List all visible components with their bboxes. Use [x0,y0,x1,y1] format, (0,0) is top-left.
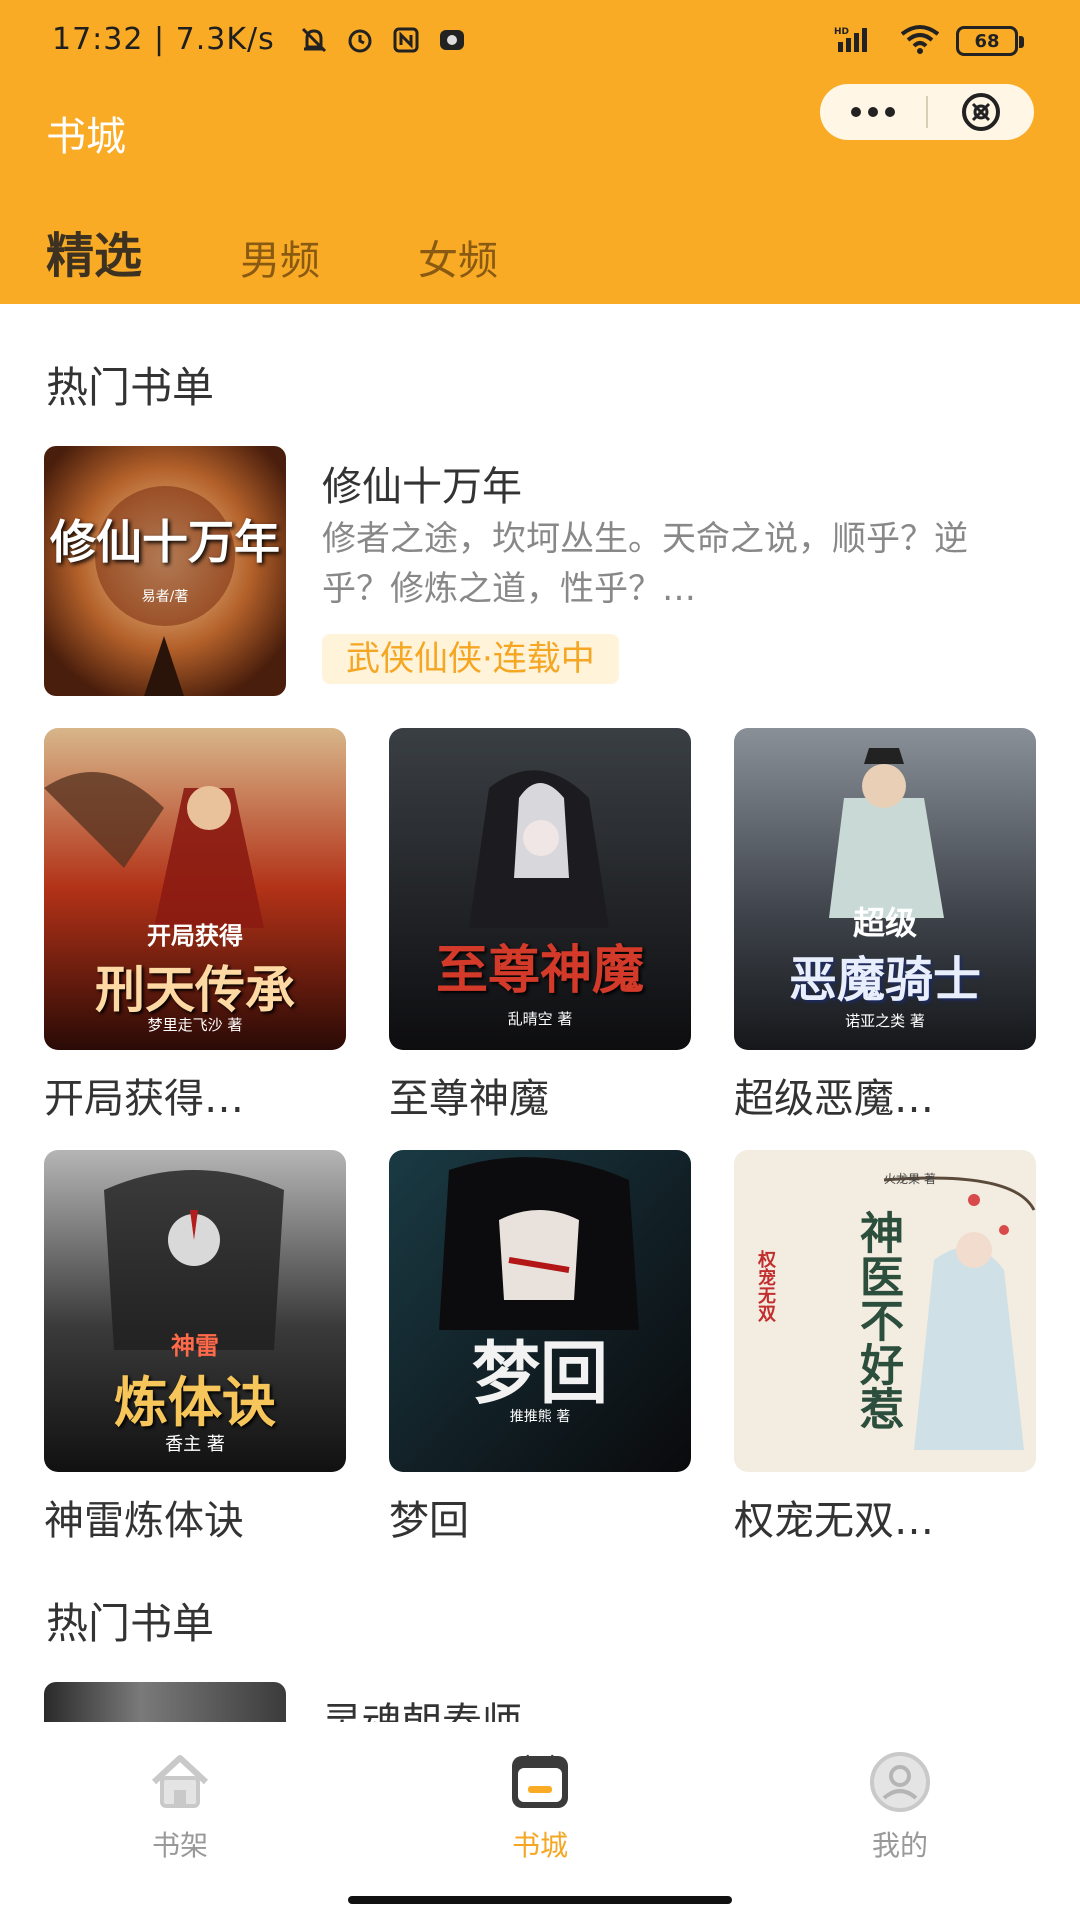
book-card[interactable]: 神雷 炼体诀 香主 著 神雷炼体诀 [44,1150,346,1546]
book-card[interactable]: 超级 恶魔骑士 诺亚之类 著 超级恶魔… [734,728,1036,1124]
cover-title: 炼体诀 [114,1370,276,1434]
cover-author: 诺亚之类 著 [845,1012,925,1030]
book-cover[interactable]: 神医不好惹 权宠无双 火龙果 著 [734,1150,1036,1472]
cover-subtitle: 超级 [852,904,917,942]
cover-title: 至尊神魔 [435,940,644,1001]
book-card[interactable]: 开局获得 刑天传承 梦里走飞沙 著 开局获得… [44,728,346,1124]
nav-bookstore[interactable]: 书城 [460,1746,620,1864]
home-indicator[interactable] [348,1896,732,1904]
tab-male[interactable]: 男频 [240,228,320,286]
category-tabs: 精选 男频 女频 [46,216,596,286]
mute-bell-icon [298,24,330,56]
status-icons [298,24,468,56]
cover-subtitle: 神雷 [171,1331,219,1360]
cover-title: 梦回 [471,1334,608,1414]
cover-subtitle: 权宠无双 [755,1250,776,1322]
store-icon [512,1754,568,1808]
wifi-icon [898,24,942,58]
nav-label: 书城 [511,1829,568,1862]
book-cover[interactable] [44,1682,286,1722]
profile-icon [870,1752,930,1812]
nav-label: 书架 [151,1829,208,1862]
book-title: 至尊神魔 [389,1076,549,1122]
cover-author: 乱晴空 著 [507,1010,573,1028]
featured-book-cover[interactable]: 修仙十万年 易者/著 [44,446,286,696]
svg-text:HD: HD [834,27,849,37]
featured-book[interactable]: 修仙十万年 易者/著 修仙十万年 修者之途，坎坷丛生。天命之说，顺乎？逆乎？修炼… [44,446,1034,696]
mini-program-capsule [820,84,1034,140]
book-grid-row: 神雷 炼体诀 香主 著 神雷炼体诀 梦回 推推熊 著 梦回 神医不好惹 权宠无双… [44,1150,1036,1546]
record-icon [436,24,468,56]
book-cover[interactable]: 梦回 推推熊 著 [389,1150,691,1472]
nav-bookshelf[interactable]: 书架 [100,1746,260,1864]
book-title: 超级恶魔… [734,1076,934,1122]
cover-author: 火龙果 著 [884,1172,936,1186]
app-header: 17:32 | 7.3K/s HD 68 书城 精选 男频 女频 [0,0,1080,304]
cover-author: 香主 著 [165,1434,225,1455]
book-grid-row: 开局获得 刑天传承 梦里走飞沙 著 开局获得… 至尊神魔 乱晴空 著 至尊神魔 [44,728,1036,1124]
tab-featured[interactable]: 精选 [46,216,142,286]
nav-label: 我的 [871,1829,928,1862]
close-button[interactable] [928,84,1034,140]
featured-book-title: 修仙十万年 [322,464,522,510]
close-circle-icon [962,93,1000,131]
status-right: HD 68 [834,24,1024,58]
featured-book-description: 修者之途，坎坷丛生。天命之说，顺乎？逆乎？修炼之道，性乎？… [322,519,968,609]
book-cover[interactable]: 神雷 炼体诀 香主 著 [44,1150,346,1472]
signal-icon: HD [834,24,884,58]
featured-cover-title: 修仙十万年 [50,515,280,569]
book-cover[interactable]: 至尊神魔 乱晴空 著 [389,728,691,1050]
bottom-nav: 书架 书城 我的 [0,1724,1080,1920]
book-title: 神雷炼体诀 [44,1498,244,1544]
featured-cover-author: 易者/著 [141,589,189,605]
book-title: 开局获得… [44,1076,244,1122]
status-bar: 17:32 | 7.3K/s HD 68 [0,0,1080,84]
cover-subtitle: 开局获得 [147,921,243,950]
section-title: 热门书单 [46,363,215,412]
book-cover[interactable]: 开局获得 刑天传承 梦里走飞沙 著 [44,728,346,1050]
battery-indicator: 68 [956,26,1024,56]
status-time: 17:32 | 7.3K/s [52,22,275,57]
more-dots-icon [851,107,895,117]
alarm-icon [344,24,376,56]
book-card[interactable]: 至尊神魔 乱晴空 著 至尊神魔 [389,728,691,1124]
section-title: 热门书单 [46,1599,215,1648]
book-title: 权宠无双… [734,1498,934,1544]
book-card[interactable]: 梦回 推推熊 著 梦回 [389,1150,691,1546]
tab-female[interactable]: 女频 [418,228,498,286]
home-icon [151,1755,209,1808]
cover-author: 推推熊 著 [509,1409,571,1425]
cover-author: 梦里走飞沙 著 [147,1016,243,1034]
list-item[interactable]: 灵魂朝奏师 [44,1682,1034,1722]
featured-book-tag: 武侠仙侠·连载中 [322,634,619,684]
nfc-icon [390,24,422,56]
more-button[interactable] [820,84,926,140]
book-title: 梦回 [389,1498,469,1544]
book-cover[interactable]: 超级 恶魔骑士 诺亚之类 著 [734,728,1036,1050]
cover-title: 恶魔骑士 [788,952,981,1008]
book-title: 灵魂朝奏师 [322,1690,522,1722]
cover-title: 刑天传承 [95,960,295,1019]
nav-profile[interactable]: 我的 [820,1746,980,1864]
page-title: 书城 [46,114,126,160]
book-card[interactable]: 神医不好惹 权宠无双 火龙果 著 权宠无双… [734,1150,1036,1546]
